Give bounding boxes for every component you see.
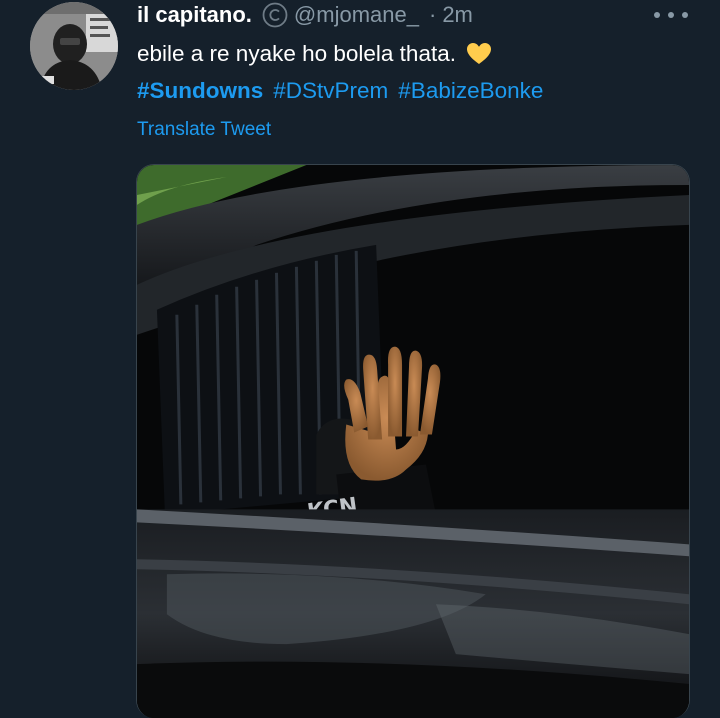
timestamp[interactable]: 2m [442,0,473,30]
tweet-text-body: ebile a re nyake ho bolela thata. [137,41,456,66]
hashtag-link[interactable]: #DStvPrem [273,75,388,107]
more-horizontal-icon[interactable] [654,4,688,26]
more-dot [654,12,660,18]
hashtag-list: #Sundowns #DStvPrem #BabizeBonke [137,75,543,107]
hashtag-link[interactable]: #Sundowns [137,75,263,107]
tweet: il capitano. @mjomane_ · 2m ebile a re n… [0,0,720,718]
more-dot [682,12,688,18]
tweet-header: il capitano. @mjomane_ · 2m [137,0,473,30]
separator: · [428,2,437,27]
yellow-heart-icon [466,42,492,66]
avatar[interactable] [30,2,118,90]
car-window-photo: KCN [137,165,689,718]
user-handle[interactable]: @mjomane_ [294,0,419,30]
translate-tweet-link[interactable]: Translate Tweet [137,117,271,143]
display-name[interactable]: il capitano. [137,0,252,30]
tweet-media-photo[interactable]: KCN [136,164,690,718]
hashtag-link[interactable]: #BabizeBonke [398,75,543,107]
copyright-circle-icon [262,2,288,28]
avatar-photo [30,2,118,90]
tweet-text: ebile a re nyake ho bolela thata. [137,38,492,70]
more-dot [668,12,674,18]
